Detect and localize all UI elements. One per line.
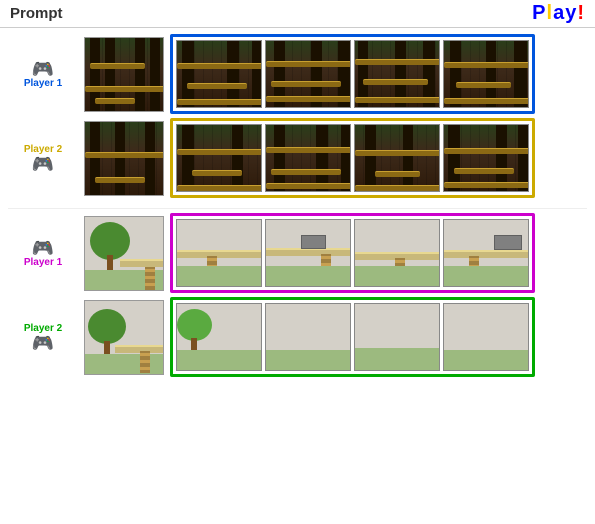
- forest-player1-strip: [170, 34, 535, 114]
- scenario-forest: 🎮 Player 1: [8, 34, 587, 202]
- outdoor-player1-row: 🎮 Player 1: [8, 213, 587, 293]
- outdoor-player2-label: Player 2: [24, 323, 62, 334]
- forest-player2-ref-thumb: [84, 121, 164, 196]
- forest-p1-thumb-1: [176, 40, 262, 108]
- outdoor-p1-thumb-1: [176, 219, 262, 287]
- controller-icon-4: 🎮: [32, 334, 54, 352]
- header: Prompt Play!: [0, 0, 595, 28]
- outdoor-p1-thumb-4: [443, 219, 529, 287]
- outdoor-p2-thumb-4: [443, 303, 529, 371]
- forest-player1-label-block: 🎮 Player 1: [8, 60, 78, 89]
- controller-icon: 🎮: [32, 60, 54, 78]
- forest-p1-thumb-4: [443, 40, 529, 108]
- forest-player1-label: Player 1: [24, 78, 62, 89]
- outdoor-p1-thumb-2: [265, 219, 351, 287]
- outdoor-player1-ref-thumb: [84, 216, 164, 291]
- prompt-label: Prompt: [10, 5, 63, 22]
- outdoor-player2-label-block: Player 2 🎮: [8, 323, 78, 352]
- forest-p1-thumb-3: [354, 40, 440, 108]
- outdoor-player1-strip: [170, 213, 535, 293]
- forest-p2-thumb-4: [443, 124, 529, 192]
- outdoor-player1-label: Player 1: [24, 257, 62, 268]
- forest-player2-row: Player 2 🎮: [8, 118, 587, 198]
- forest-p1-thumb-2: [265, 40, 351, 108]
- outdoor-player1-label-block: 🎮 Player 1: [8, 239, 78, 268]
- forest-player1-ref-thumb: [84, 37, 164, 112]
- main-content: 🎮 Player 1: [0, 28, 595, 387]
- outdoor-p2-thumb-3: [354, 303, 440, 371]
- controller-icon-2: 🎮: [32, 155, 54, 173]
- scenario-outdoor: 🎮 Player 1: [8, 208, 587, 381]
- forest-p2-thumb-2: [265, 124, 351, 192]
- outdoor-p2-thumb-2: [265, 303, 351, 371]
- forest-player2-strip: [170, 118, 535, 198]
- outdoor-player2-ref-thumb: [84, 300, 164, 375]
- forest-p2-thumb-3: [354, 124, 440, 192]
- outdoor-player2-row: Player 2 🎮: [8, 297, 587, 377]
- forest-p2-thumb-1: [176, 124, 262, 192]
- controller-icon-3: 🎮: [32, 239, 54, 257]
- forest-player2-label-block: Player 2 🎮: [8, 144, 78, 173]
- outdoor-p1-thumb-3: [354, 219, 440, 287]
- outdoor-p2-thumb-1: [176, 303, 262, 371]
- outdoor-player2-strip: [170, 297, 535, 377]
- forest-player2-label: Player 2: [24, 144, 62, 155]
- forest-player1-row: 🎮 Player 1: [8, 34, 587, 114]
- play-label: Play!: [532, 2, 585, 25]
